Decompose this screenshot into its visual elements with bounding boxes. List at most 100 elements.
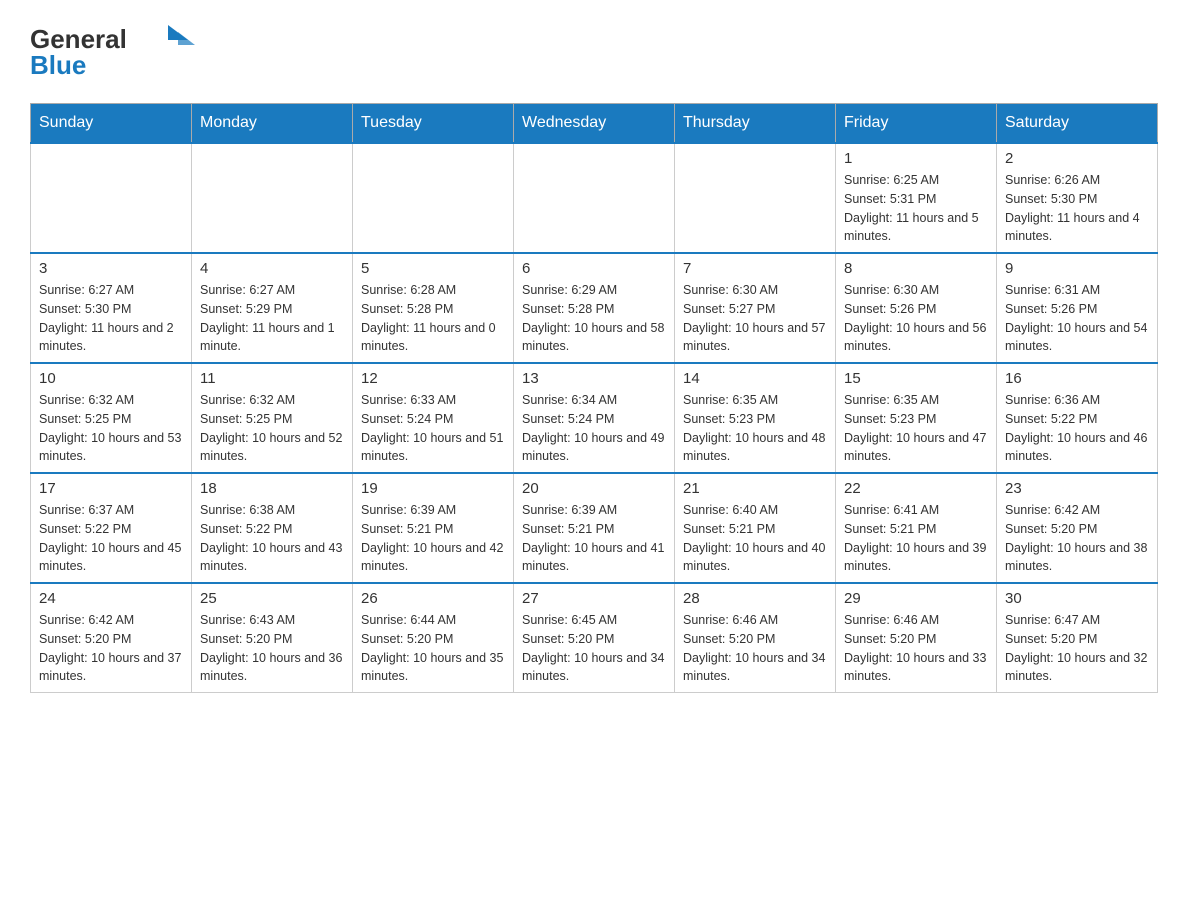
week-row-2: 3 Sunrise: 6:27 AMSunset: 5:30 PMDaylight…: [31, 253, 1158, 363]
day-info: Sunrise: 6:37 AMSunset: 5:22 PMDaylight:…: [39, 501, 183, 576]
day-info: Sunrise: 6:46 AMSunset: 5:20 PMDaylight:…: [683, 611, 827, 686]
day-number: 15: [844, 370, 988, 387]
day-info: Sunrise: 6:35 AMSunset: 5:23 PMDaylight:…: [683, 391, 827, 466]
day-number: 25: [200, 590, 344, 607]
day-number: 10: [39, 370, 183, 387]
calendar-cell: 29Sunrise: 6:46 AMSunset: 5:20 PMDayligh…: [836, 583, 997, 693]
day-info: Sunrise: 6:25 AMSunset: 5:31 PMDaylight:…: [844, 171, 988, 246]
weekday-header-tuesday: Tuesday: [353, 104, 514, 144]
day-number: 14: [683, 370, 827, 387]
day-info: Sunrise: 6:42 AMSunset: 5:20 PMDaylight:…: [39, 611, 183, 686]
week-row-4: 17 Sunrise: 6:37 AMSunset: 5:22 PMDayligh…: [31, 473, 1158, 583]
day-number: 11: [200, 370, 344, 387]
day-info: Sunrise: 6:44 AMSunset: 5:20 PMDaylight:…: [361, 611, 505, 686]
day-number: 1: [844, 150, 988, 167]
calendar-cell: 10 Sunrise: 6:32 AMSunset: 5:25 PMDayligh…: [31, 363, 192, 473]
day-info: Sunrise: 6:47 AMSunset: 5:20 PMDaylight:…: [1005, 611, 1149, 686]
weekday-header-monday: Monday: [192, 104, 353, 144]
day-info: Sunrise: 6:30 AMSunset: 5:27 PMDaylight:…: [683, 281, 827, 356]
weekday-header-sunday: Sunday: [31, 104, 192, 144]
calendar-cell: 3 Sunrise: 6:27 AMSunset: 5:30 PMDaylight…: [31, 253, 192, 363]
day-info: Sunrise: 6:27 AMSunset: 5:29 PMDaylight:…: [200, 281, 344, 356]
day-number: 22: [844, 480, 988, 497]
calendar-cell: [31, 143, 192, 253]
weekday-header-wednesday: Wednesday: [514, 104, 675, 144]
calendar-cell: 22 Sunrise: 6:41 AMSunset: 5:21 PMDayligh…: [836, 473, 997, 583]
day-number: 9: [1005, 260, 1149, 277]
day-number: 19: [361, 480, 505, 497]
calendar-cell: 15 Sunrise: 6:35 AMSunset: 5:23 PMDayligh…: [836, 363, 997, 473]
calendar-cell: 2 Sunrise: 6:26 AMSunset: 5:30 PMDaylight…: [997, 143, 1158, 253]
day-info: Sunrise: 6:45 AMSunset: 5:20 PMDaylight:…: [522, 611, 666, 686]
day-info: Sunrise: 6:29 AMSunset: 5:28 PMDaylight:…: [522, 281, 666, 356]
day-number: 5: [361, 260, 505, 277]
day-number: 7: [683, 260, 827, 277]
week-row-5: 24Sunrise: 6:42 AMSunset: 5:20 PMDayligh…: [31, 583, 1158, 693]
weekday-header-saturday: Saturday: [997, 104, 1158, 144]
calendar-cell: 1 Sunrise: 6:25 AMSunset: 5:31 PMDaylight…: [836, 143, 997, 253]
calendar-cell: 11 Sunrise: 6:32 AMSunset: 5:25 PMDayligh…: [192, 363, 353, 473]
day-info: Sunrise: 6:39 AMSunset: 5:21 PMDaylight:…: [361, 501, 505, 576]
day-number: 28: [683, 590, 827, 607]
calendar-cell: 12 Sunrise: 6:33 AMSunset: 5:24 PMDayligh…: [353, 363, 514, 473]
day-info: Sunrise: 6:27 AMSunset: 5:30 PMDaylight:…: [39, 281, 183, 356]
calendar-cell: 20 Sunrise: 6:39 AMSunset: 5:21 PMDayligh…: [514, 473, 675, 583]
page-header: General Blue: [30, 20, 1158, 85]
calendar-cell: [514, 143, 675, 253]
calendar-cell: 8Sunrise: 6:30 AMSunset: 5:26 PMDaylight…: [836, 253, 997, 363]
calendar-cell: [353, 143, 514, 253]
svg-text:Blue: Blue: [30, 50, 86, 80]
day-info: Sunrise: 6:33 AMSunset: 5:24 PMDaylight:…: [361, 391, 505, 466]
day-number: 20: [522, 480, 666, 497]
calendar-cell: 13 Sunrise: 6:34 AMSunset: 5:24 PMDayligh…: [514, 363, 675, 473]
calendar-cell: 24Sunrise: 6:42 AMSunset: 5:20 PMDayligh…: [31, 583, 192, 693]
calendar-cell: 14 Sunrise: 6:35 AMSunset: 5:23 PMDayligh…: [675, 363, 836, 473]
calendar-cell: 5 Sunrise: 6:28 AMSunset: 5:28 PMDaylight…: [353, 253, 514, 363]
day-number: 12: [361, 370, 505, 387]
day-info: Sunrise: 6:32 AMSunset: 5:25 PMDaylight:…: [39, 391, 183, 466]
day-info: Sunrise: 6:32 AMSunset: 5:25 PMDaylight:…: [200, 391, 344, 466]
day-info: Sunrise: 6:35 AMSunset: 5:23 PMDaylight:…: [844, 391, 988, 466]
day-number: 13: [522, 370, 666, 387]
day-info: Sunrise: 6:38 AMSunset: 5:22 PMDaylight:…: [200, 501, 344, 576]
day-info: Sunrise: 6:34 AMSunset: 5:24 PMDaylight:…: [522, 391, 666, 466]
day-info: Sunrise: 6:30 AMSunset: 5:26 PMDaylight:…: [844, 281, 988, 356]
day-number: 6: [522, 260, 666, 277]
day-number: 18: [200, 480, 344, 497]
calendar-cell: 18 Sunrise: 6:38 AMSunset: 5:22 PMDayligh…: [192, 473, 353, 583]
day-number: 2: [1005, 150, 1149, 167]
day-info: Sunrise: 6:26 AMSunset: 5:30 PMDaylight:…: [1005, 171, 1149, 246]
day-number: 4: [200, 260, 344, 277]
day-info: Sunrise: 6:36 AMSunset: 5:22 PMDaylight:…: [1005, 391, 1149, 466]
calendar-table: SundayMondayTuesdayWednesdayThursdayFrid…: [30, 103, 1158, 693]
calendar-cell: 26 Sunrise: 6:44 AMSunset: 5:20 PMDayligh…: [353, 583, 514, 693]
calendar-cell: 6 Sunrise: 6:29 AMSunset: 5:28 PMDaylight…: [514, 253, 675, 363]
calendar-cell: 30 Sunrise: 6:47 AMSunset: 5:20 PMDayligh…: [997, 583, 1158, 693]
day-number: 27: [522, 590, 666, 607]
day-info: Sunrise: 6:43 AMSunset: 5:20 PMDaylight:…: [200, 611, 344, 686]
calendar-cell: 21 Sunrise: 6:40 AMSunset: 5:21 PMDayligh…: [675, 473, 836, 583]
calendar-cell: 4 Sunrise: 6:27 AMSunset: 5:29 PMDaylight…: [192, 253, 353, 363]
day-info: Sunrise: 6:39 AMSunset: 5:21 PMDaylight:…: [522, 501, 666, 576]
calendar-cell: 27 Sunrise: 6:45 AMSunset: 5:20 PMDayligh…: [514, 583, 675, 693]
weekday-header-thursday: Thursday: [675, 104, 836, 144]
calendar-cell: 28 Sunrise: 6:46 AMSunset: 5:20 PMDayligh…: [675, 583, 836, 693]
week-row-1: 1 Sunrise: 6:25 AMSunset: 5:31 PMDaylight…: [31, 143, 1158, 253]
day-number: 17: [39, 480, 183, 497]
calendar-cell: 23Sunrise: 6:42 AMSunset: 5:20 PMDayligh…: [997, 473, 1158, 583]
calendar-cell: 7 Sunrise: 6:30 AMSunset: 5:27 PMDaylight…: [675, 253, 836, 363]
calendar-cell: 16Sunrise: 6:36 AMSunset: 5:22 PMDayligh…: [997, 363, 1158, 473]
logo-text: General Blue: [30, 20, 200, 85]
day-info: Sunrise: 6:41 AMSunset: 5:21 PMDaylight:…: [844, 501, 988, 576]
day-info: Sunrise: 6:40 AMSunset: 5:21 PMDaylight:…: [683, 501, 827, 576]
day-number: 29: [844, 590, 988, 607]
day-info: Sunrise: 6:31 AMSunset: 5:26 PMDaylight:…: [1005, 281, 1149, 356]
day-number: 30: [1005, 590, 1149, 607]
day-number: 26: [361, 590, 505, 607]
day-number: 21: [683, 480, 827, 497]
calendar-cell: 17 Sunrise: 6:37 AMSunset: 5:22 PMDayligh…: [31, 473, 192, 583]
day-number: 3: [39, 260, 183, 277]
day-info: Sunrise: 6:42 AMSunset: 5:20 PMDaylight:…: [1005, 501, 1149, 576]
day-info: Sunrise: 6:28 AMSunset: 5:28 PMDaylight:…: [361, 281, 505, 356]
weekday-header-friday: Friday: [836, 104, 997, 144]
